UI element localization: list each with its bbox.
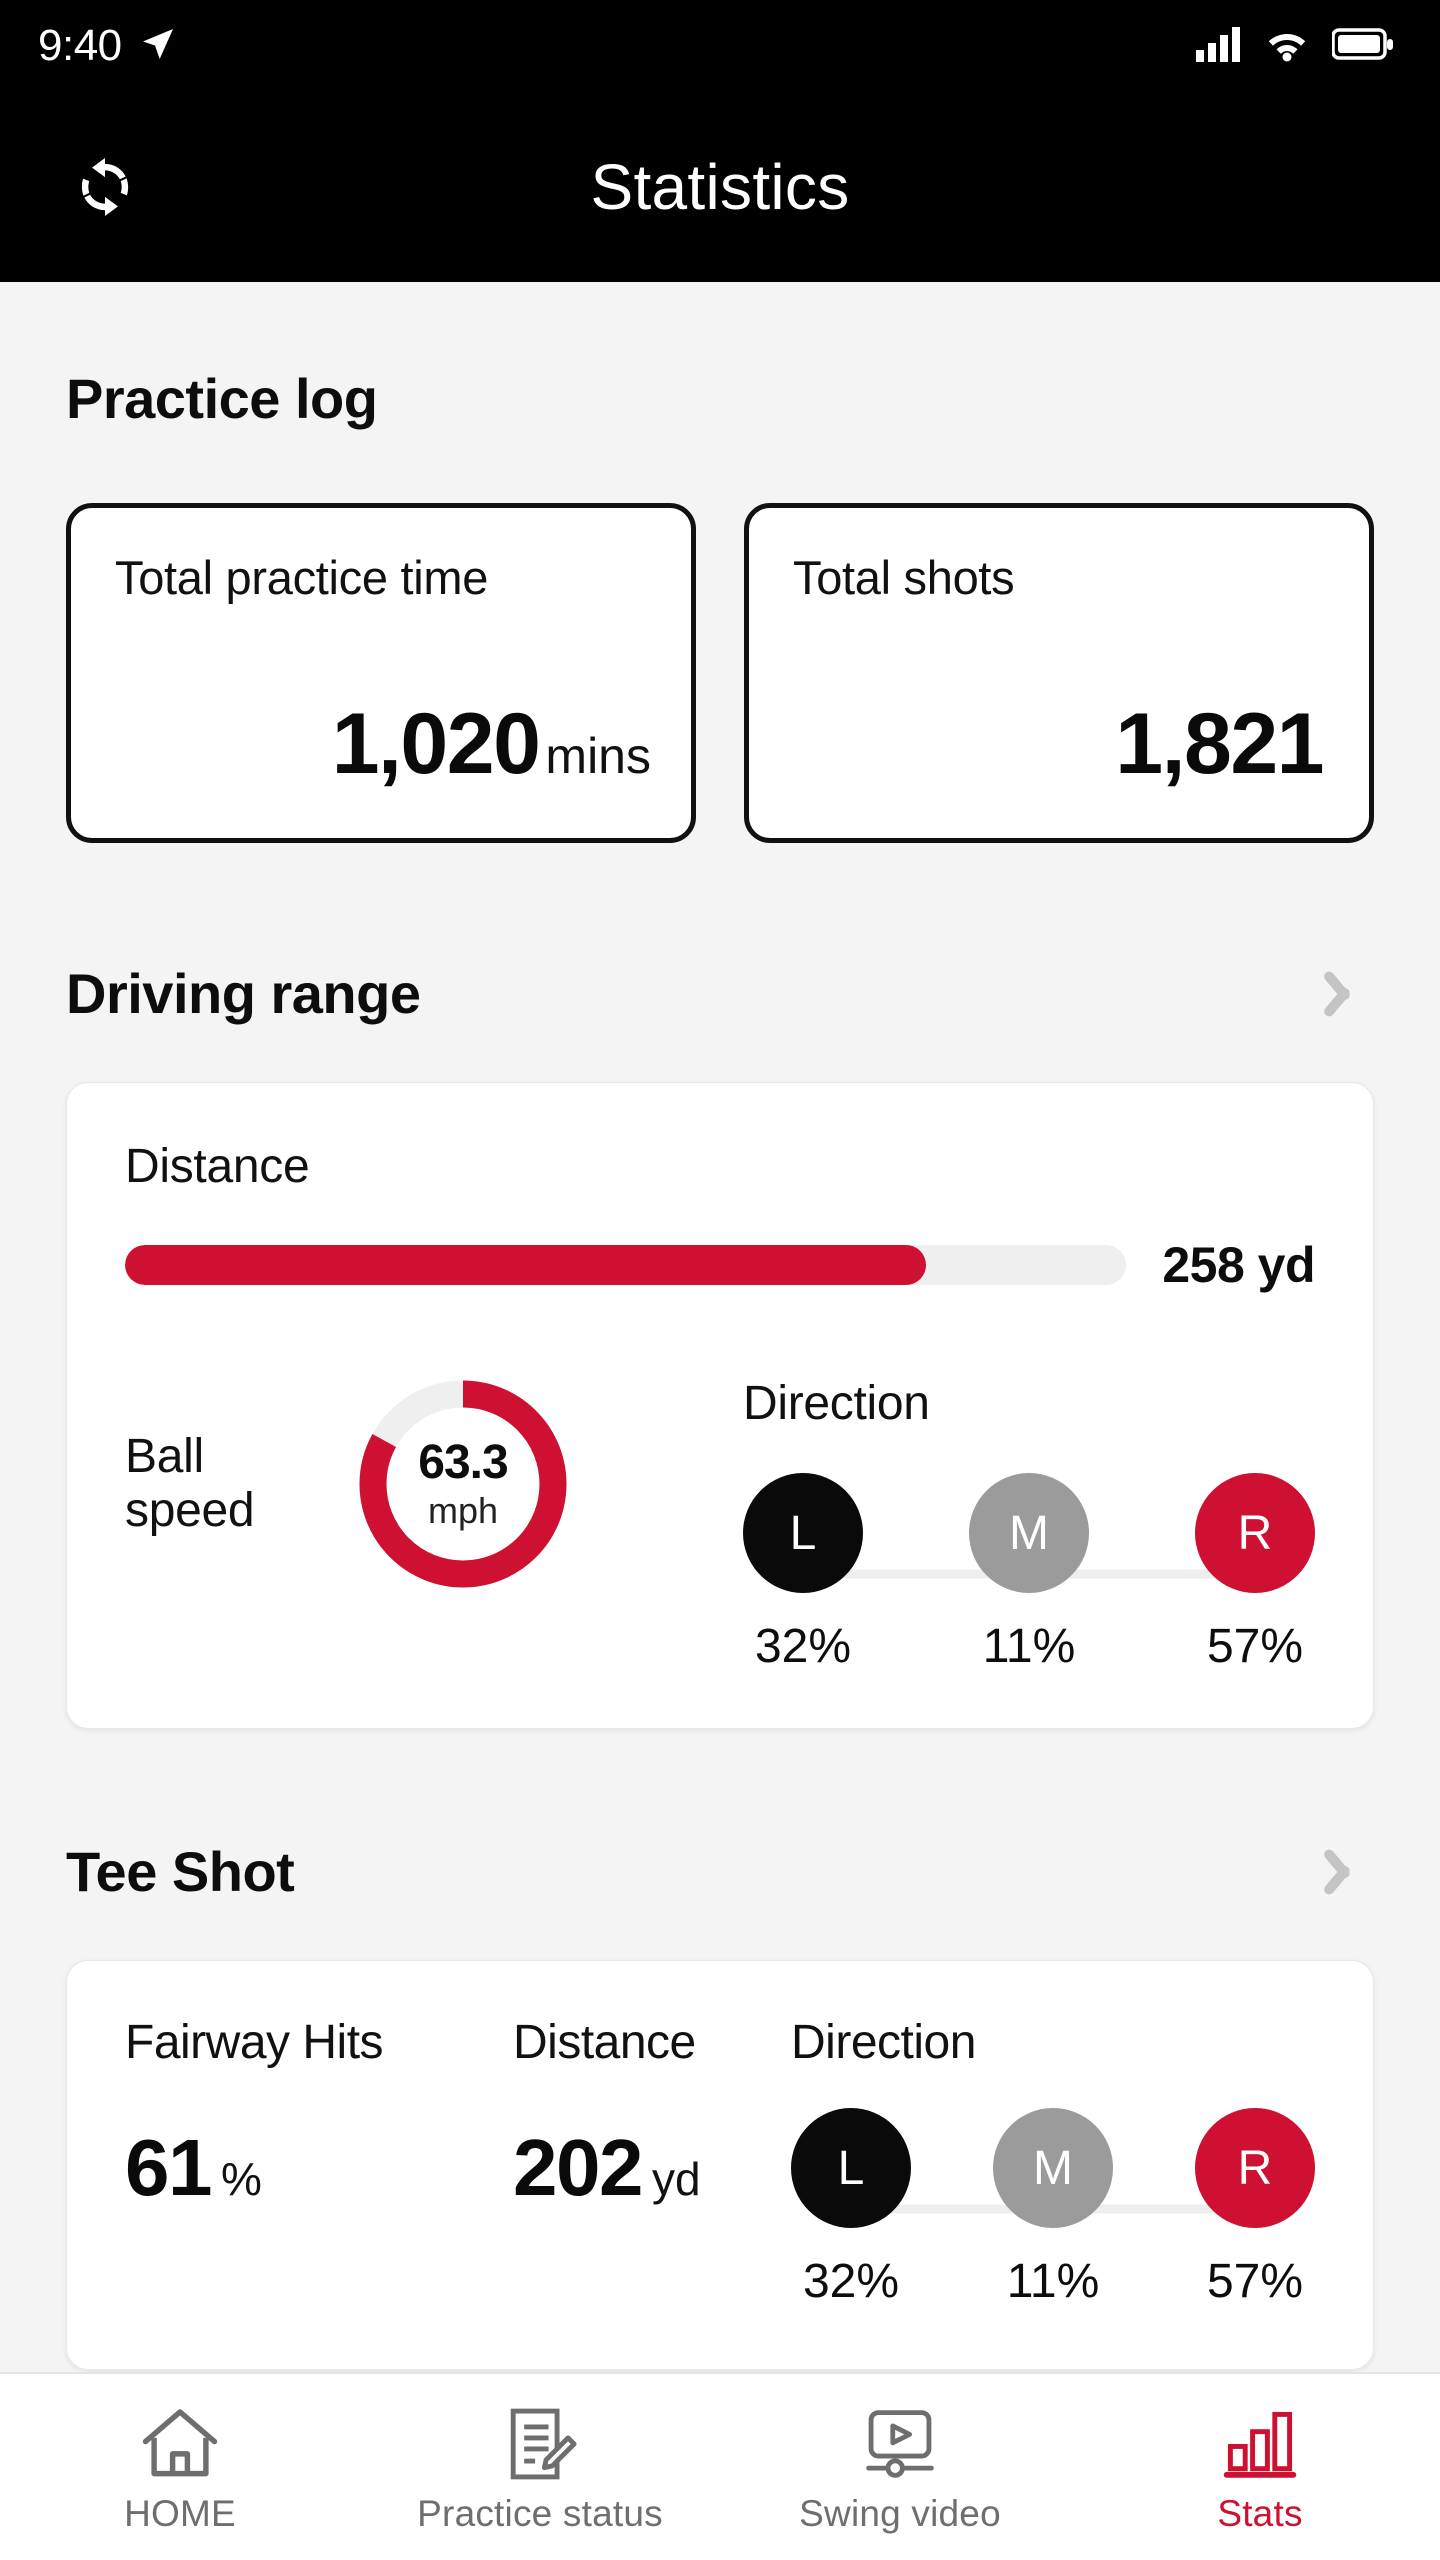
direction-item-right: R 57% [1195, 1473, 1315, 1674]
ball-speed-readout: 63.3 mph [355, 1376, 571, 1592]
status-bar-left: 9:40 [38, 24, 178, 69]
nav-item-swing-video[interactable]: Swing video [720, 2374, 1080, 2560]
direction-pct-L: 32% [754, 1620, 852, 1673]
nav-item-practice-status[interactable]: Practice status [360, 2374, 720, 2560]
tee-distance-block: Distance 202 yd [513, 2015, 791, 2214]
fairway-hits-block: Fairway Hits 61 % [125, 2015, 513, 2214]
distance-label: Distance [125, 1140, 310, 1193]
video-player-icon [859, 2399, 941, 2481]
ball-speed-unit: mph [427, 1490, 499, 1531]
card-value-row: 1,821 [793, 695, 1329, 838]
wifi-icon [1264, 26, 1310, 67]
direction-dot-M: M [969, 1473, 1089, 1593]
bottom-navigation: HOME Practice status Swing video Stats [0, 2372, 1440, 2560]
practice-log-section: Practice log Total practice time 1,020 m… [0, 282, 1440, 843]
driving-range-title: Driving range [66, 962, 421, 1025]
direction-pct-R: 57% [1206, 2255, 1304, 2308]
status-bar: 9:40 [0, 0, 1440, 92]
navigation-arrow-icon [138, 24, 178, 69]
app-header: Statistics [0, 92, 1440, 282]
battery-full-icon [1331, 27, 1394, 66]
range-metrics-row: Ball speed 63.3 mph Direction L 32% M 11… [125, 1376, 1315, 1674]
nav-item-stats[interactable]: Stats [1080, 2374, 1440, 2560]
card-value-row: 1,020 mins [115, 695, 651, 838]
direction-dot-L: L [791, 2108, 911, 2228]
tee-distance-value-row: 202 yd [513, 2122, 791, 2214]
direction-pct-L: 32% [802, 2255, 900, 2308]
fairway-hits-value-row: 61 % [125, 2122, 513, 2214]
distance-row: 258 yd [125, 1236, 1315, 1294]
direction-item-right: R 57% [1195, 2108, 1315, 2309]
tee-direction-title: Direction [791, 2016, 976, 2069]
tee-distance-label: Distance [513, 2016, 696, 2069]
page-title: Statistics [590, 151, 850, 223]
direction-pct-R: 57% [1206, 1620, 1304, 1673]
scroll-content[interactable]: Practice log Total practice time 1,020 m… [0, 282, 1440, 2372]
range-direction-block: Direction L 32% M 11% R 57% [725, 1376, 1315, 1674]
bar-chart-icon [1220, 2399, 1300, 2481]
nav-item-home[interactable]: HOME [0, 2374, 360, 2560]
nav-label-practice-status: Practice status [417, 2493, 663, 2534]
distance-progress-track [125, 1245, 1127, 1285]
fairway-hits-value: 61 [125, 2123, 212, 2212]
range-direction-title: Direction [743, 1377, 930, 1430]
tee-distance-value: 202 [513, 2123, 643, 2212]
total-shots-card[interactable]: Total shots 1,821 [744, 503, 1374, 843]
direction-item-middle: M 11% [993, 2108, 1113, 2309]
direction-dot-L: L [743, 1473, 863, 1593]
driving-range-section: Driving range Distance 258 yd Ball speed [0, 961, 1440, 1729]
chevron-right-icon[interactable] [1340, 1843, 1374, 1901]
range-direction-dots: L 32% M 11% R 57% [743, 1473, 1315, 1674]
tee-direction-block: Direction L 32% M 11% R 57% [791, 2015, 1315, 2309]
tee-shot-title: Tee Shot [66, 1840, 295, 1903]
practice-log-header: Practice log [0, 366, 1440, 431]
direction-dot-R: R [1195, 2108, 1315, 2228]
distance-value: 258 yd [1162, 1237, 1315, 1293]
cellular-signal-icon [1196, 26, 1242, 67]
direction-pct-M: 11% [982, 1620, 1076, 1673]
direction-pct-M: 11% [1006, 2255, 1100, 2308]
ball-speed-block: Ball speed 63.3 mph [125, 1376, 725, 1592]
home-icon [140, 2399, 220, 2481]
app-screen: 9:40 Statistics Practice log Total pract… [0, 0, 1440, 2560]
tee-metrics-row: Fairway Hits 61 % Distance 202 yd Direct… [125, 2015, 1315, 2309]
direction-item-left: L 32% [791, 2108, 911, 2309]
direction-item-middle: M 11% [969, 1473, 1089, 1674]
practice-log-title: Practice log [66, 367, 378, 430]
sync-refresh-icon[interactable] [66, 148, 144, 226]
practice-log-cards: Total practice time 1,020 mins Total sho… [0, 503, 1440, 843]
ball-speed-gauge: 63.3 mph [355, 1376, 571, 1592]
card-label: Total practice time [115, 551, 489, 604]
status-time: 9:40 [38, 21, 122, 70]
direction-item-left: L 32% [743, 1473, 863, 1674]
chevron-right-icon[interactable] [1340, 965, 1374, 1023]
distance-progress-fill [125, 1245, 927, 1285]
ball-speed-label-line2: speed [125, 1484, 255, 1537]
nav-label-home: HOME [124, 2493, 236, 2534]
driving-range-header[interactable]: Driving range [0, 961, 1440, 1026]
document-pencil-icon [501, 2399, 579, 2481]
card-unit: mins [545, 728, 651, 784]
tee-distance-unit: yd [651, 2153, 701, 2205]
fairway-hits-unit: % [220, 2153, 262, 2205]
card-value: 1,020 [331, 696, 541, 792]
ball-speed-value: 63.3 [418, 1436, 508, 1489]
card-value: 1,821 [1115, 696, 1324, 792]
nav-label-stats: Stats [1217, 2493, 1303, 2534]
tee-direction-dots: L 32% M 11% R 57% [791, 2108, 1315, 2309]
total-practice-time-card[interactable]: Total practice time 1,020 mins [66, 503, 696, 843]
tee-shot-header[interactable]: Tee Shot [0, 1839, 1440, 1904]
driving-range-card: Distance 258 yd Ball speed 63.3 mph Dire… [66, 1082, 1374, 1729]
card-label: Total shots [793, 551, 1015, 604]
direction-dot-R: R [1195, 1473, 1315, 1593]
status-bar-right [1196, 26, 1394, 67]
ball-speed-label-line1: Ball [125, 1430, 204, 1484]
nav-label-swing-video: Swing video [799, 2493, 1001, 2534]
tee-shot-section: Tee Shot Fairway Hits 61 % Distance 202 … [0, 1839, 1440, 2370]
tee-shot-card: Fairway Hits 61 % Distance 202 yd Direct… [66, 1960, 1374, 2370]
ball-speed-label: Ball speed [125, 1430, 355, 1538]
direction-dot-M: M [993, 2108, 1113, 2228]
fairway-hits-label: Fairway Hits [125, 2016, 384, 2069]
